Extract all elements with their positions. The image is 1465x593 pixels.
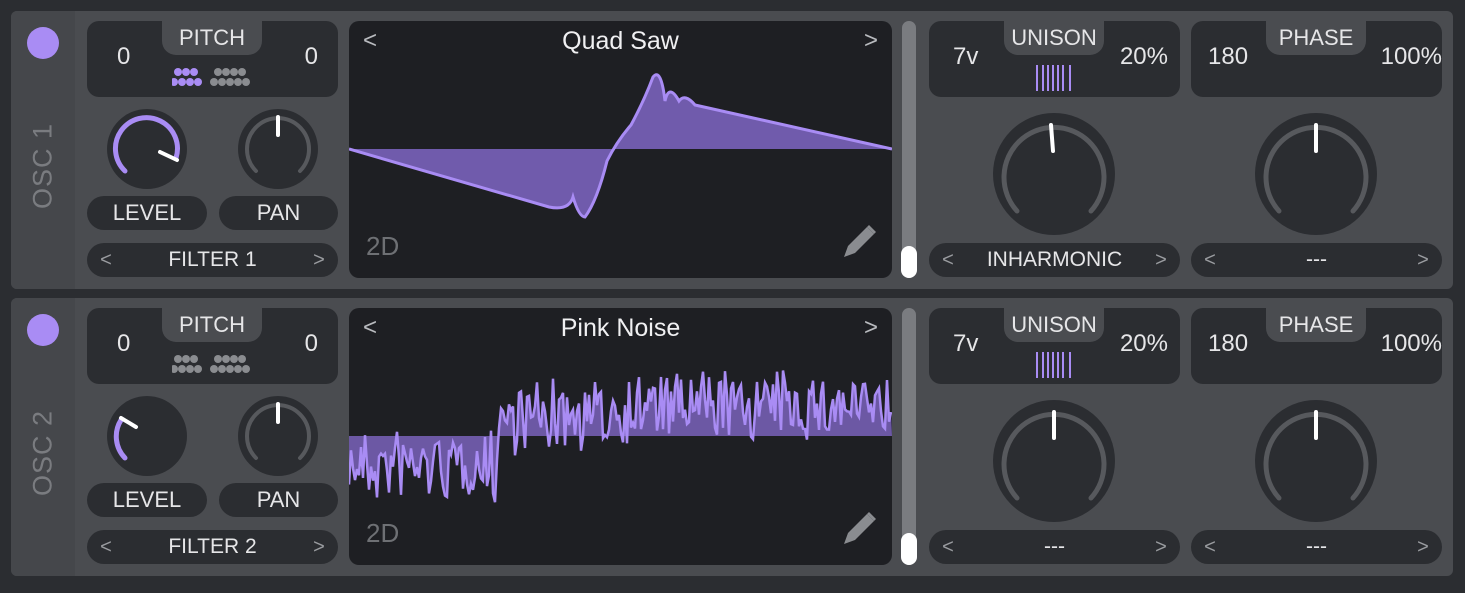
slider-track: [902, 308, 916, 565]
osc-side-strip: OSC 2: [11, 298, 75, 576]
unison-mode-label: INHARMONIC: [986, 248, 1123, 271]
slider-thumb[interactable]: [901, 533, 917, 565]
pitch-title: PITCH: [162, 308, 262, 342]
destination-label: FILTER 1: [168, 248, 257, 271]
pitch-title: PITCH: [162, 21, 262, 55]
phase-mode-label: ---: [1306, 248, 1327, 271]
pitch-transpose-value[interactable]: 0: [117, 43, 130, 71]
chevron-right-icon[interactable]: >: [302, 243, 336, 277]
pan-knob[interactable]: [238, 109, 318, 189]
chevron-right-icon[interactable]: >: [1406, 243, 1440, 277]
pitch-box: PITCH 0 0: [87, 308, 338, 384]
pencil-icon[interactable]: [840, 221, 880, 266]
phase-mode-selector[interactable]: < --- >: [1191, 530, 1442, 564]
slider-thumb[interactable]: [901, 246, 917, 278]
chevron-right-icon[interactable]: >: [1144, 530, 1178, 564]
osc-power-toggle[interactable]: [27, 314, 59, 346]
phase-title: PHASE: [1266, 308, 1366, 342]
chevron-right-icon[interactable]: >: [1144, 243, 1178, 277]
unison-title: UNISON: [1004, 308, 1104, 342]
phase-value[interactable]: 180: [1208, 43, 1248, 71]
pencil-icon[interactable]: [840, 508, 880, 553]
chevron-right-icon[interactable]: >: [302, 530, 336, 564]
oscillator-1-panel: OSC 1 PITCH 0 0 LEVEL PAN < FILTER 1 > <…: [11, 11, 1453, 289]
phase-box: PHASE 180 100%: [1191, 21, 1442, 97]
frame-slider[interactable]: [901, 308, 917, 565]
phase-randomize[interactable]: 100%: [1381, 330, 1442, 358]
unison-voices[interactable]: 7v: [953, 330, 978, 358]
wavetable-name[interactable]: Quad Saw: [349, 27, 892, 56]
unison-detune-knob[interactable]: [993, 400, 1115, 522]
frame-slider[interactable]: [901, 21, 917, 278]
destination-selector[interactable]: < FILTER 1 >: [87, 243, 338, 277]
unison-voices[interactable]: 7v: [953, 43, 978, 71]
destination-selector[interactable]: < FILTER 2 >: [87, 530, 338, 564]
waveform-plot: [349, 73, 892, 219]
phase-mode-label: ---: [1306, 535, 1327, 558]
unison-detune[interactable]: 20%: [1120, 330, 1168, 358]
osc-power-toggle[interactable]: [27, 27, 59, 59]
phase-box: PHASE 180 100%: [1191, 308, 1442, 384]
osc-label: OSC 2: [27, 409, 58, 497]
phase-knob[interactable]: [1255, 113, 1377, 235]
slider-track: [902, 21, 916, 278]
phase-knob[interactable]: [1255, 400, 1377, 522]
unison-box: UNISON 7v 20%: [929, 21, 1180, 97]
phase-randomize[interactable]: 100%: [1381, 43, 1442, 71]
phase-value[interactable]: 180: [1208, 330, 1248, 358]
pan-label: PAN: [219, 483, 338, 517]
unison-box: UNISON 7v 20%: [929, 308, 1180, 384]
wavetable-mode[interactable]: 2D: [366, 518, 399, 549]
unison-mode-label: ---: [1044, 535, 1065, 558]
wavetable-name[interactable]: Pink Noise: [349, 314, 892, 343]
unison-title: UNISON: [1004, 21, 1104, 55]
pitch-dots-icon: [172, 65, 254, 89]
phase-title: PHASE: [1266, 21, 1366, 55]
pitch-box: PITCH 0 0: [87, 21, 338, 97]
level-label: LEVEL: [87, 483, 207, 517]
pitch-tune-value[interactable]: 0: [305, 43, 318, 71]
unison-detune-knob[interactable]: [993, 113, 1115, 235]
pitch-transpose-value[interactable]: 0: [117, 330, 130, 358]
unison-mode-selector[interactable]: < INHARMONIC >: [929, 243, 1180, 277]
unison-bars-icon: [1036, 352, 1071, 378]
level-knob[interactable]: [107, 109, 187, 189]
phase-mode-selector[interactable]: < --- >: [1191, 243, 1442, 277]
level-label: LEVEL: [87, 196, 207, 230]
wavetable-display[interactable]: < Pink Noise > 2D: [349, 308, 892, 565]
oscillator-2-panel: OSC 2 PITCH 0 0 LEVEL PAN < FILTER 2 > <…: [11, 298, 1453, 576]
wavetable-next-button[interactable]: >: [864, 27, 878, 55]
wavetable-next-button[interactable]: >: [864, 314, 878, 342]
pan-knob[interactable]: [238, 396, 318, 476]
level-knob[interactable]: [107, 396, 187, 476]
pitch-tune-value[interactable]: 0: [305, 330, 318, 358]
chevron-right-icon[interactable]: >: [1406, 530, 1440, 564]
unison-mode-selector[interactable]: < --- >: [929, 530, 1180, 564]
pan-label: PAN: [219, 196, 338, 230]
osc-side-strip: OSC 1: [11, 11, 75, 289]
destination-label: FILTER 2: [168, 535, 257, 558]
unison-bars-icon: [1036, 65, 1071, 91]
waveform-plot: [349, 370, 892, 503]
wavetable-mode[interactable]: 2D: [366, 231, 399, 262]
osc-label: OSC 1: [27, 122, 58, 210]
unison-detune[interactable]: 20%: [1120, 43, 1168, 71]
wavetable-display[interactable]: < Quad Saw > 2D: [349, 21, 892, 278]
pitch-dots-icon: [172, 352, 254, 376]
